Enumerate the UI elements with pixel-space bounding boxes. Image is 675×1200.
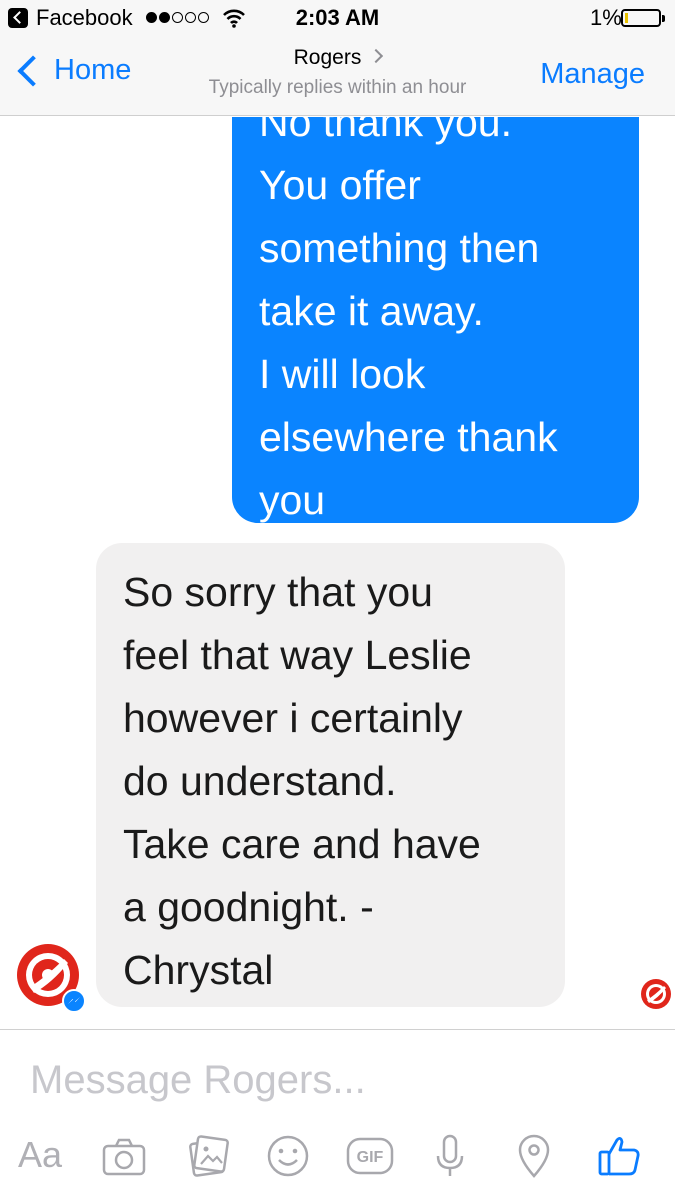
gif-icon[interactable]: GIF [344, 1130, 396, 1182]
camera-icon[interactable] [98, 1130, 150, 1182]
message-input[interactable]: Message Rogers... [30, 1058, 650, 1103]
message-line: you [259, 477, 326, 523]
message-line: You offer [259, 162, 421, 208]
composer-divider [0, 1029, 675, 1030]
message-line: No thank you. [259, 117, 512, 145]
photo-gallery-icon[interactable] [182, 1130, 234, 1182]
status-time: 2:03 AM [295, 5, 380, 30]
outgoing-message-bubble[interactable]: No thank you. You offer something then t… [232, 117, 639, 523]
message-line: feel that way Leslie [123, 632, 472, 678]
conversation-header: Home Rogers Typically replies within an … [0, 36, 675, 116]
battery-icon [621, 9, 665, 27]
microphone-icon[interactable] [424, 1130, 476, 1182]
message-line: take it away. [259, 288, 484, 334]
incoming-message-bubble[interactable]: So sorry that you feel that way Leslie h… [96, 543, 565, 1007]
message-thread[interactable]: No thank you. You offer something then t… [0, 117, 675, 1029]
message-line: Take care and have [123, 821, 481, 867]
location-icon[interactable] [508, 1130, 560, 1182]
manage-button[interactable]: Manage [540, 58, 645, 91]
message-line: Chrystal [123, 947, 274, 993]
battery-level [625, 13, 628, 23]
emoji-icon[interactable] [262, 1130, 314, 1182]
battery-percent: 1% [590, 5, 622, 30]
contact-name: Rogers [293, 46, 362, 69]
message-line: something then [259, 225, 540, 271]
chevron-right-icon [369, 49, 384, 64]
like-icon[interactable] [594, 1130, 646, 1182]
status-bar: Facebook 2:03 AM 1% [0, 0, 675, 36]
message-line: a goodnight. - [123, 884, 374, 930]
messenger-badge-icon [62, 989, 86, 1013]
text-format-button[interactable]: Aa [18, 1134, 62, 1176]
message-line: I will look [259, 351, 426, 397]
message-line: however i certainly [123, 695, 463, 741]
message-line: So sorry that you [123, 569, 433, 615]
gif-label: GIF [357, 1149, 384, 1166]
read-receipt-avatar-icon [641, 979, 671, 1009]
message-line: do understand. [123, 758, 397, 804]
composer-toolbar: Aa GIF [0, 1130, 675, 1190]
message-line: elsewhere thank [259, 414, 558, 460]
